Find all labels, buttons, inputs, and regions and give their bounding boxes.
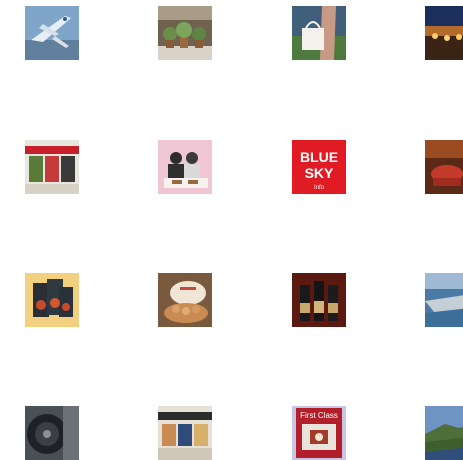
night-building-thumbnail[interactable] (425, 6, 463, 60)
dining-thumbnail[interactable] (158, 140, 212, 194)
blue-sky-line1: BLUE (300, 149, 338, 165)
storefront-thumbnail[interactable] (25, 140, 79, 194)
airplane-thumbnail[interactable] (25, 6, 79, 60)
pastry-box-thumbnail[interactable] (158, 273, 212, 327)
first-class-brochure-thumbnail[interactable]: First Class (292, 406, 346, 460)
lounge-thumbnail[interactable] (425, 140, 463, 194)
harbor-thumbnail[interactable] (425, 273, 463, 327)
first-class-title: First Class (300, 411, 338, 420)
plants-thumbnail[interactable] (158, 6, 212, 60)
food-packages-thumbnail[interactable] (25, 273, 79, 327)
duty-free-shop-thumbnail[interactable] (158, 406, 212, 460)
tote-bag-thumbnail[interactable] (292, 6, 346, 60)
wine-bottles-thumbnail[interactable] (292, 273, 346, 327)
jet-engine-thumbnail[interactable] (25, 406, 79, 460)
coast-thumbnail[interactable] (425, 406, 463, 460)
image-grid: BLUE SKY Info First Class (0, 0, 463, 460)
blue-sky-line2: SKY (305, 165, 334, 181)
blue-sky-small: Info (314, 185, 325, 191)
blue-sky-cover-thumbnail[interactable]: BLUE SKY Info (292, 140, 346, 194)
